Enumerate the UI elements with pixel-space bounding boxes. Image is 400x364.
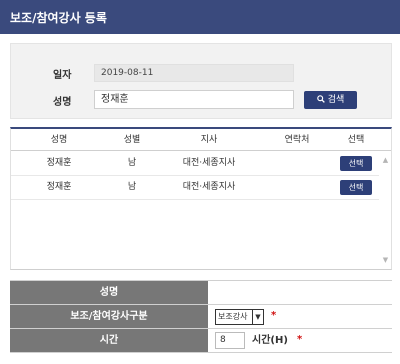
hours-unit: 시간(H) bbox=[252, 335, 288, 346]
row-name: 정재훈 bbox=[46, 158, 72, 168]
instructor-type-select[interactable]: 보조강사 ▼ bbox=[215, 309, 264, 325]
search-panel: 일자 2019-08-11 성명 정재훈 검색 bbox=[10, 43, 392, 119]
instructor-type-selected: 보조강사 bbox=[218, 312, 248, 321]
form-type-label: 보조/참여강사구분 bbox=[10, 305, 208, 328]
form-name-value bbox=[208, 281, 392, 304]
column-header-select: 선택 bbox=[347, 135, 365, 145]
form-row-hours: 시간 8 시간(H) * bbox=[10, 329, 392, 353]
date-label: 일자 bbox=[53, 70, 72, 81]
chevron-down-icon[interactable]: ▼ bbox=[252, 310, 263, 324]
page-title: 보조/참여강사 등록 bbox=[10, 11, 107, 25]
form-hours-label: 시간 bbox=[10, 329, 208, 352]
grid-scrollbar[interactable]: ▲ ▼ bbox=[380, 151, 391, 269]
form-name-label: 성명 bbox=[10, 281, 208, 304]
instructor-grid: 성명 성별 지사 연락처 선택 정재훈 남 대전·세종지사 선택 정재훈 남 대… bbox=[10, 127, 392, 270]
row-gender: 남 bbox=[127, 182, 137, 192]
date-field[interactable]: 2019-08-11 bbox=[94, 64, 294, 82]
chevron-down-icon[interactable]: ▼ bbox=[380, 255, 391, 265]
row-branch: 대전·세종지사 bbox=[182, 182, 236, 192]
column-header-branch: 지사 bbox=[200, 135, 218, 145]
page-header: 보조/참여강사 등록 bbox=[0, 0, 400, 34]
row-gender: 남 bbox=[127, 158, 137, 168]
row-branch: 대전·세종지사 bbox=[182, 158, 236, 168]
column-header-gender: 성별 bbox=[123, 135, 141, 145]
form-hours-value: 8 시간(H) * bbox=[208, 329, 392, 352]
form-row-name: 성명 bbox=[10, 281, 392, 305]
chevron-up-icon[interactable]: ▲ bbox=[380, 155, 391, 165]
select-button[interactable]: 선택 bbox=[340, 156, 372, 171]
required-mark: * bbox=[297, 334, 303, 345]
search-button-label: 검색 bbox=[327, 95, 345, 105]
form-row-type: 보조/참여강사구분 보조강사 ▼ * bbox=[10, 305, 392, 329]
select-button[interactable]: 선택 bbox=[340, 180, 372, 195]
search-button[interactable]: 검색 bbox=[304, 91, 357, 109]
row-name: 정재훈 bbox=[46, 182, 72, 192]
table-row: 정재훈 남 대전·세종지사 선택 bbox=[11, 152, 379, 176]
hours-input[interactable]: 8 bbox=[215, 332, 245, 349]
grid-header: 성명 성별 지사 연락처 선택 bbox=[11, 129, 391, 151]
table-row: 정재훈 남 대전·세종지사 선택 bbox=[11, 176, 379, 200]
form-type-value: 보조강사 ▼ * bbox=[208, 305, 392, 328]
column-header-name: 성명 bbox=[50, 135, 68, 145]
name-search-input[interactable]: 정재훈 bbox=[94, 90, 294, 109]
search-icon bbox=[316, 95, 325, 103]
column-header-contact: 연락처 bbox=[284, 135, 310, 145]
register-form: 성명 보조/참여강사구분 보조강사 ▼ * 시간 8 시간(H) * bbox=[10, 280, 392, 353]
name-label: 성명 bbox=[53, 97, 72, 108]
required-mark: * bbox=[271, 310, 277, 321]
